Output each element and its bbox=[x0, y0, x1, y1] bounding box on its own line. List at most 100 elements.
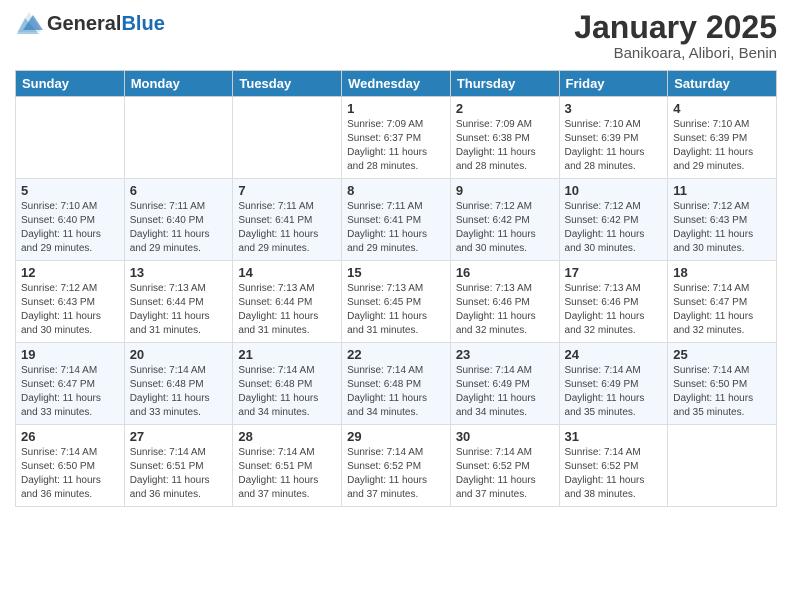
day-info: Sunrise: 7:12 AMSunset: 6:43 PMDaylight:… bbox=[673, 200, 771, 256]
day-info: Sunrise: 7:11 AMSunset: 6:41 PMDaylight:… bbox=[347, 200, 445, 256]
calendar-cell bbox=[124, 97, 233, 179]
calendar-header-row: SundayMondayTuesdayWednesdayThursdayFrid… bbox=[16, 71, 777, 97]
day-number: 17 bbox=[565, 265, 663, 280]
day-number: 9 bbox=[456, 183, 554, 198]
day-number: 25 bbox=[673, 347, 771, 362]
calendar-week-3: 12 Sunrise: 7:12 AMSunset: 6:43 PMDayligh… bbox=[16, 261, 777, 343]
calendar-cell: 28 Sunrise: 7:14 AMSunset: 6:51 PMDayligh… bbox=[233, 425, 342, 507]
day-info: Sunrise: 7:13 AMSunset: 6:46 PMDaylight:… bbox=[456, 282, 554, 338]
day-number: 22 bbox=[347, 347, 445, 362]
day-number: 11 bbox=[673, 183, 771, 198]
logo-general: General bbox=[47, 13, 121, 35]
month-title: January 2025 bbox=[574, 10, 777, 45]
calendar-cell: 31 Sunrise: 7:14 AMSunset: 6:52 PMDayligh… bbox=[559, 425, 668, 507]
day-number: 27 bbox=[130, 429, 228, 444]
day-number: 12 bbox=[21, 265, 119, 280]
calendar-cell: 18 Sunrise: 7:14 AMSunset: 6:47 PMDayligh… bbox=[668, 261, 777, 343]
calendar-cell: 23Sunrise: 7:14 AMSunset: 6:49 PMDayligh… bbox=[450, 343, 559, 425]
day-info: Sunrise: 7:14 AMSunset: 6:48 PMDaylight:… bbox=[347, 364, 445, 420]
calendar-cell: 12 Sunrise: 7:12 AMSunset: 6:43 PMDayligh… bbox=[16, 261, 125, 343]
calendar-cell: 22 Sunrise: 7:14 AMSunset: 6:48 PMDayligh… bbox=[342, 343, 451, 425]
calendar-week-4: 19 Sunrise: 7:14 AMSunset: 6:47 PMDayligh… bbox=[16, 343, 777, 425]
calendar-cell bbox=[668, 425, 777, 507]
calendar-cell: 29Sunrise: 7:14 AMSunset: 6:52 PMDayligh… bbox=[342, 425, 451, 507]
day-number: 15 bbox=[347, 265, 445, 280]
logo: GeneralBlue bbox=[15, 10, 165, 38]
day-info: Sunrise: 7:09 AMSunset: 6:37 PMDaylight:… bbox=[347, 118, 445, 174]
day-number: 10 bbox=[565, 183, 663, 198]
calendar-cell: 19 Sunrise: 7:14 AMSunset: 6:47 PMDayligh… bbox=[16, 343, 125, 425]
logo-text: GeneralBlue bbox=[47, 13, 165, 36]
day-info: Sunrise: 7:14 AMSunset: 6:48 PMDaylight:… bbox=[238, 364, 336, 420]
calendar-cell: 10 Sunrise: 7:12 AMSunset: 6:42 PMDayligh… bbox=[559, 179, 668, 261]
day-info: Sunrise: 7:13 AMSunset: 6:44 PMDaylight:… bbox=[130, 282, 228, 338]
calendar-week-1: 1 Sunrise: 7:09 AMSunset: 6:37 PMDaylight… bbox=[16, 97, 777, 179]
calendar-cell: 25Sunrise: 7:14 AMSunset: 6:50 PMDayligh… bbox=[668, 343, 777, 425]
calendar-week-5: 26 Sunrise: 7:14 AMSunset: 6:50 PMDayligh… bbox=[16, 425, 777, 507]
calendar-cell: 20 Sunrise: 7:14 AMSunset: 6:48 PMDayligh… bbox=[124, 343, 233, 425]
day-info: Sunrise: 7:14 AMSunset: 6:47 PMDaylight:… bbox=[673, 282, 771, 338]
calendar-cell: 26 Sunrise: 7:14 AMSunset: 6:50 PMDayligh… bbox=[16, 425, 125, 507]
day-info: Sunrise: 7:14 AMSunset: 6:48 PMDaylight:… bbox=[130, 364, 228, 420]
calendar-cell: 24Sunrise: 7:14 AMSunset: 6:49 PMDayligh… bbox=[559, 343, 668, 425]
day-info: Sunrise: 7:11 AMSunset: 6:41 PMDaylight:… bbox=[238, 200, 336, 256]
day-info: Sunrise: 7:12 AMSunset: 6:42 PMDaylight:… bbox=[565, 200, 663, 256]
day-info: Sunrise: 7:12 AMSunset: 6:43 PMDaylight:… bbox=[21, 282, 119, 338]
logo-blue: Blue bbox=[121, 13, 164, 35]
day-number: 31 bbox=[565, 429, 663, 444]
calendar-header-monday: Monday bbox=[124, 71, 233, 97]
day-info: Sunrise: 7:14 AMSunset: 6:51 PMDaylight:… bbox=[130, 446, 228, 502]
calendar-cell: 6 Sunrise: 7:11 AMSunset: 6:40 PMDaylight… bbox=[124, 179, 233, 261]
calendar-cell: 9 Sunrise: 7:12 AMSunset: 6:42 PMDaylight… bbox=[450, 179, 559, 261]
calendar-header-friday: Friday bbox=[559, 71, 668, 97]
day-info: Sunrise: 7:11 AMSunset: 6:40 PMDaylight:… bbox=[130, 200, 228, 256]
day-number: 30 bbox=[456, 429, 554, 444]
calendar-header-tuesday: Tuesday bbox=[233, 71, 342, 97]
day-info: Sunrise: 7:14 AMSunset: 6:52 PMDaylight:… bbox=[565, 446, 663, 502]
day-info: Sunrise: 7:10 AMSunset: 6:40 PMDaylight:… bbox=[21, 200, 119, 256]
day-info: Sunrise: 7:14 AMSunset: 6:51 PMDaylight:… bbox=[238, 446, 336, 502]
day-info: Sunrise: 7:12 AMSunset: 6:42 PMDaylight:… bbox=[456, 200, 554, 256]
calendar-cell: 4 Sunrise: 7:10 AMSunset: 6:39 PMDaylight… bbox=[668, 97, 777, 179]
day-info: Sunrise: 7:14 AMSunset: 6:49 PMDaylight:… bbox=[565, 364, 663, 420]
day-number: 4 bbox=[673, 101, 771, 116]
day-info: Sunrise: 7:14 AMSunset: 6:52 PMDaylight:… bbox=[456, 446, 554, 502]
day-info: Sunrise: 7:13 AMSunset: 6:45 PMDaylight:… bbox=[347, 282, 445, 338]
day-number: 26 bbox=[21, 429, 119, 444]
calendar-header-sunday: Sunday bbox=[16, 71, 125, 97]
day-info: Sunrise: 7:13 AMSunset: 6:46 PMDaylight:… bbox=[565, 282, 663, 338]
day-number: 28 bbox=[238, 429, 336, 444]
day-number: 7 bbox=[238, 183, 336, 198]
day-info: Sunrise: 7:14 AMSunset: 6:47 PMDaylight:… bbox=[21, 364, 119, 420]
header: GeneralBlue January 2025 Banikoara, Alib… bbox=[15, 10, 777, 62]
calendar-cell: 15 Sunrise: 7:13 AMSunset: 6:45 PMDayligh… bbox=[342, 261, 451, 343]
day-number: 18 bbox=[673, 265, 771, 280]
day-number: 8 bbox=[347, 183, 445, 198]
calendar-cell: 3Sunrise: 7:10 AMSunset: 6:39 PMDaylight… bbox=[559, 97, 668, 179]
calendar-cell: 5 Sunrise: 7:10 AMSunset: 6:40 PMDaylight… bbox=[16, 179, 125, 261]
day-number: 1 bbox=[347, 101, 445, 116]
calendar-cell: 7 Sunrise: 7:11 AMSunset: 6:41 PMDaylight… bbox=[233, 179, 342, 261]
day-number: 5 bbox=[21, 183, 119, 198]
calendar-cell: 21Sunrise: 7:14 AMSunset: 6:48 PMDayligh… bbox=[233, 343, 342, 425]
calendar-cell: 14Sunrise: 7:13 AMSunset: 6:44 PMDayligh… bbox=[233, 261, 342, 343]
day-number: 6 bbox=[130, 183, 228, 198]
calendar: SundayMondayTuesdayWednesdayThursdayFrid… bbox=[15, 70, 777, 507]
calendar-cell: 2 Sunrise: 7:09 AMSunset: 6:38 PMDaylight… bbox=[450, 97, 559, 179]
calendar-header-saturday: Saturday bbox=[668, 71, 777, 97]
calendar-cell: 30 Sunrise: 7:14 AMSunset: 6:52 PMDayligh… bbox=[450, 425, 559, 507]
day-number: 19 bbox=[21, 347, 119, 362]
day-number: 2 bbox=[456, 101, 554, 116]
logo-icon bbox=[15, 10, 43, 38]
day-info: Sunrise: 7:10 AMSunset: 6:39 PMDaylight:… bbox=[565, 118, 663, 174]
day-info: Sunrise: 7:09 AMSunset: 6:38 PMDaylight:… bbox=[456, 118, 554, 174]
calendar-week-2: 5 Sunrise: 7:10 AMSunset: 6:40 PMDaylight… bbox=[16, 179, 777, 261]
day-number: 29 bbox=[347, 429, 445, 444]
day-info: Sunrise: 7:14 AMSunset: 6:50 PMDaylight:… bbox=[21, 446, 119, 502]
day-number: 13 bbox=[130, 265, 228, 280]
day-number: 20 bbox=[130, 347, 228, 362]
day-info: Sunrise: 7:14 AMSunset: 6:49 PMDaylight:… bbox=[456, 364, 554, 420]
calendar-cell: 1 Sunrise: 7:09 AMSunset: 6:37 PMDaylight… bbox=[342, 97, 451, 179]
calendar-cell bbox=[16, 97, 125, 179]
day-info: Sunrise: 7:10 AMSunset: 6:39 PMDaylight:… bbox=[673, 118, 771, 174]
